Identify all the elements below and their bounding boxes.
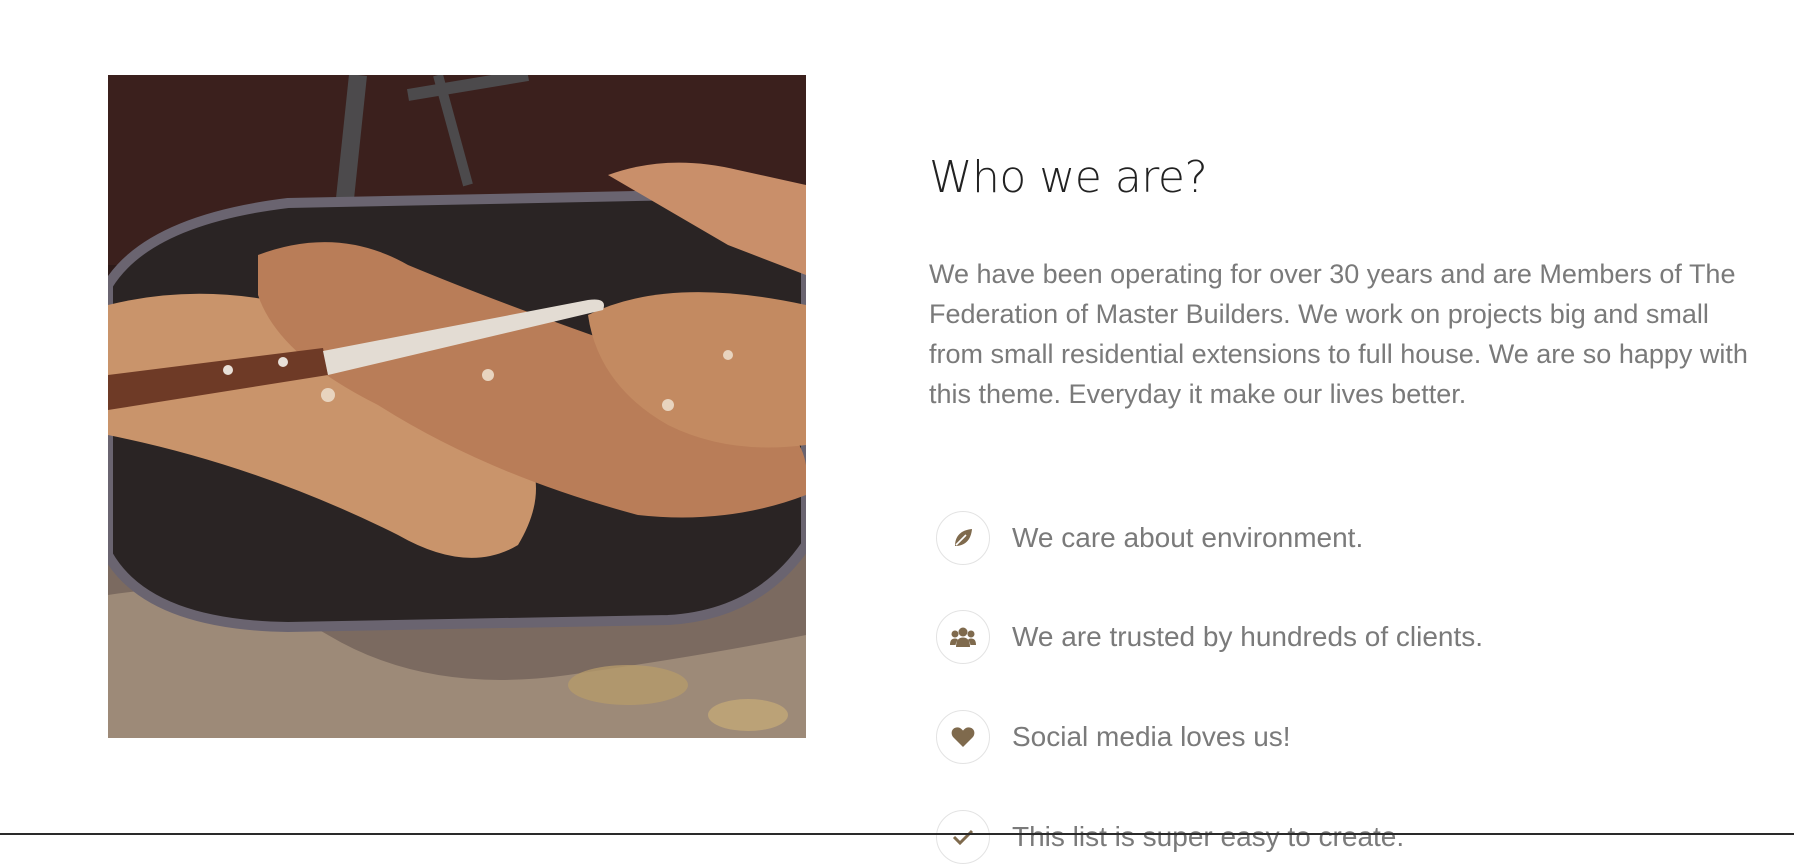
heart-icon [936, 710, 990, 764]
check-icon [936, 810, 990, 864]
feature-label: We are trusted by hundreds of clients. [1012, 621, 1484, 652]
feature-item-clients: We are trusted by hundreds of clients. [936, 610, 1483, 664]
feature-item-environment: We care about environment. [936, 511, 1363, 565]
leaf-icon [936, 511, 990, 565]
feature-label: Social media loves us! [1012, 721, 1291, 752]
feature-label: This list is super easy to create. [1012, 821, 1405, 852]
feature-item-easy-list: This list is super easy to create. [936, 810, 1404, 864]
section-title: Who we are? [929, 152, 1208, 203]
feature-label: We care about environment. [1012, 522, 1364, 553]
users-icon [936, 610, 990, 664]
feature-item-social-media: Social media loves us! [936, 710, 1291, 764]
pastry-tray-photo [108, 75, 806, 738]
section-description: We have been operating for over 30 years… [929, 259, 1748, 409]
